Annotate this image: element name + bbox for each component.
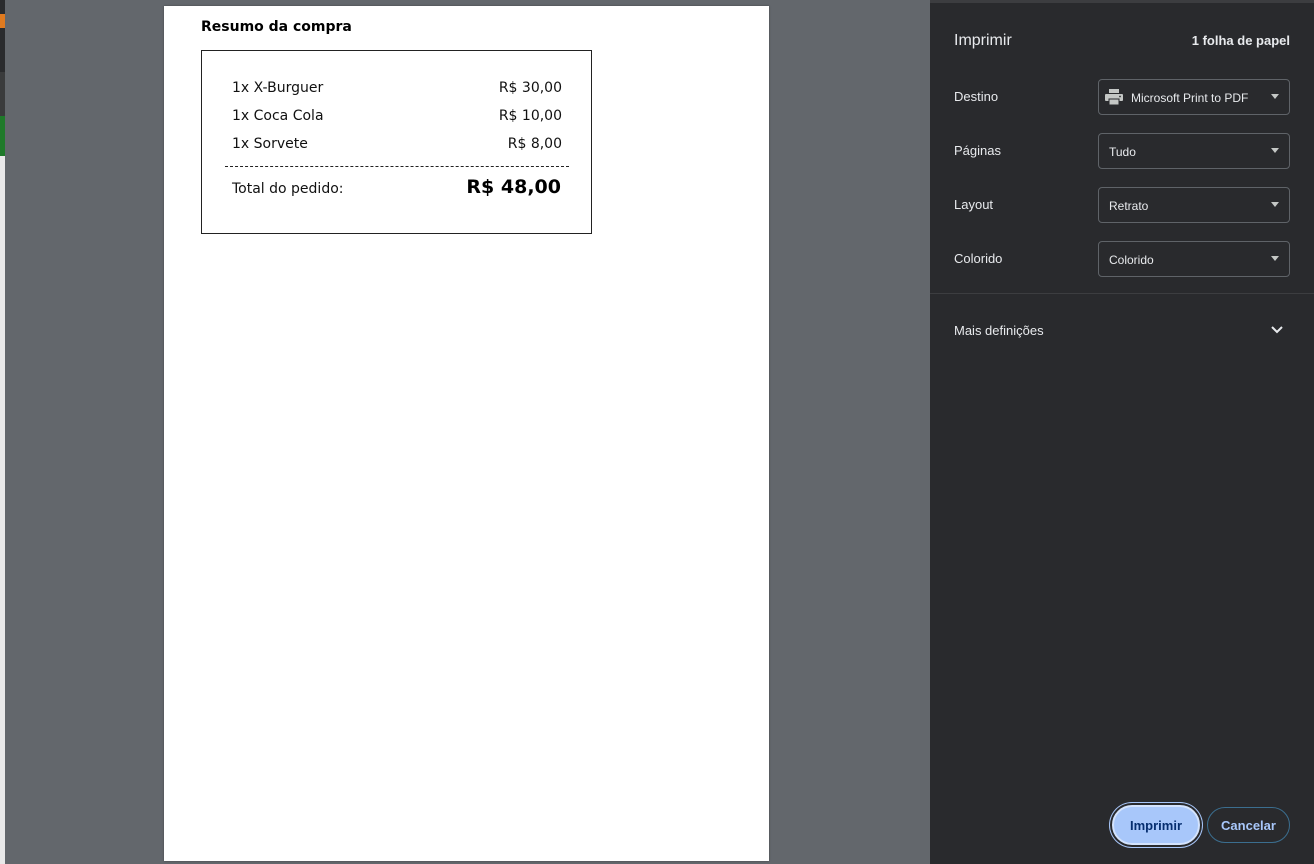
dropdown-caret-icon <box>1271 148 1279 153</box>
receipt-item: 1x Sorvete R$ 8,00 <box>232 136 562 156</box>
receipt-total-value: R$ 48,00 <box>466 176 561 198</box>
color-select[interactable]: Colorido <box>1098 241 1290 277</box>
print-button[interactable]: Imprimir <box>1112 805 1200 845</box>
receipt-item-price: R$ 30,00 <box>498 80 562 96</box>
preview-page: Resumo da compra 1x X-Burguer R$ 30,00 1… <box>164 6 769 861</box>
sheet-count: 1 folha de papel <box>1191 33 1290 48</box>
receipt-item-price: R$ 8,00 <box>507 136 562 152</box>
color-label: Colorido <box>954 251 1003 266</box>
receipt-total-label: Total do pedido: <box>232 181 344 197</box>
receipt-item-name: 1x X-Burguer <box>232 80 324 96</box>
receipt-item-name: 1x Coca Cola <box>232 108 324 124</box>
sidebar-top-border <box>930 0 1314 3</box>
more-settings-toggle[interactable]: Mais definições <box>930 312 1314 348</box>
dropdown-caret-icon <box>1271 94 1279 99</box>
destination-label: Destino <box>954 89 999 104</box>
receipt-dashed-divider <box>225 166 569 167</box>
dropdown-caret-icon <box>1271 256 1279 261</box>
receipt-box: 1x X-Burguer R$ 30,00 1x Coca Cola R$ 10… <box>201 50 592 234</box>
sidebar-divider <box>930 293 1314 294</box>
pages-label: Páginas <box>954 143 1001 158</box>
receipt-item: 1x X-Burguer R$ 30,00 <box>232 80 562 100</box>
receipt-item: 1x Coca Cola R$ 10,00 <box>232 108 562 128</box>
layout-label: Layout <box>954 197 994 212</box>
layout-value: Retrato <box>1109 199 1149 213</box>
pages-value: Tudo <box>1109 145 1136 159</box>
layout-select[interactable]: Retrato <box>1098 187 1290 223</box>
chevron-down-icon <box>1271 326 1283 334</box>
cancel-button[interactable]: Cancelar <box>1207 807 1290 843</box>
color-value: Colorido <box>1109 253 1154 267</box>
print-dialog-title: Imprimir <box>954 32 1012 49</box>
printer-icon <box>1105 89 1123 105</box>
print-preview-area: Resumo da compra 1x X-Burguer R$ 30,00 1… <box>5 0 930 864</box>
dropdown-caret-icon <box>1271 202 1279 207</box>
print-settings-sidebar: Imprimir 1 folha de papel Destino Micros… <box>930 0 1314 864</box>
destination-value: Microsoft Print to PDF <box>1131 91 1249 105</box>
pages-select[interactable]: Tudo <box>1098 133 1290 169</box>
receipt-item-name: 1x Sorvete <box>232 136 308 152</box>
receipt-title: Resumo da compra <box>201 19 352 35</box>
more-settings-label: Mais definições <box>954 323 1044 338</box>
receipt-item-price: R$ 10,00 <box>498 108 562 124</box>
destination-select[interactable]: Microsoft Print to PDF <box>1098 79 1290 115</box>
